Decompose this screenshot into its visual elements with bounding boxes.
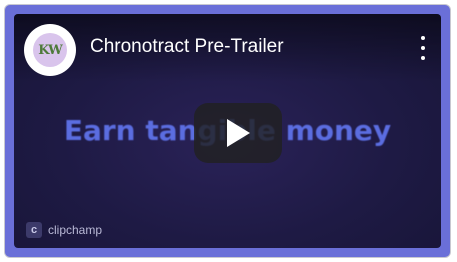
- watermark-brand: c clipchamp: [26, 222, 102, 238]
- clipchamp-icon: c: [26, 222, 42, 238]
- channel-avatar-logo: KW: [33, 33, 67, 67]
- play-button[interactable]: [194, 103, 282, 163]
- video-player[interactable]: KW Chronotract Pre-Trailer Earn tangible…: [14, 14, 441, 248]
- channel-avatar[interactable]: KW: [24, 24, 76, 76]
- more-vert-icon[interactable]: [417, 36, 429, 60]
- video-embed-frame: KW Chronotract Pre-Trailer Earn tangible…: [4, 4, 451, 258]
- video-title[interactable]: Chronotract Pre-Trailer: [90, 36, 284, 58]
- play-icon: [227, 119, 250, 147]
- brand-label: clipchamp: [48, 223, 103, 237]
